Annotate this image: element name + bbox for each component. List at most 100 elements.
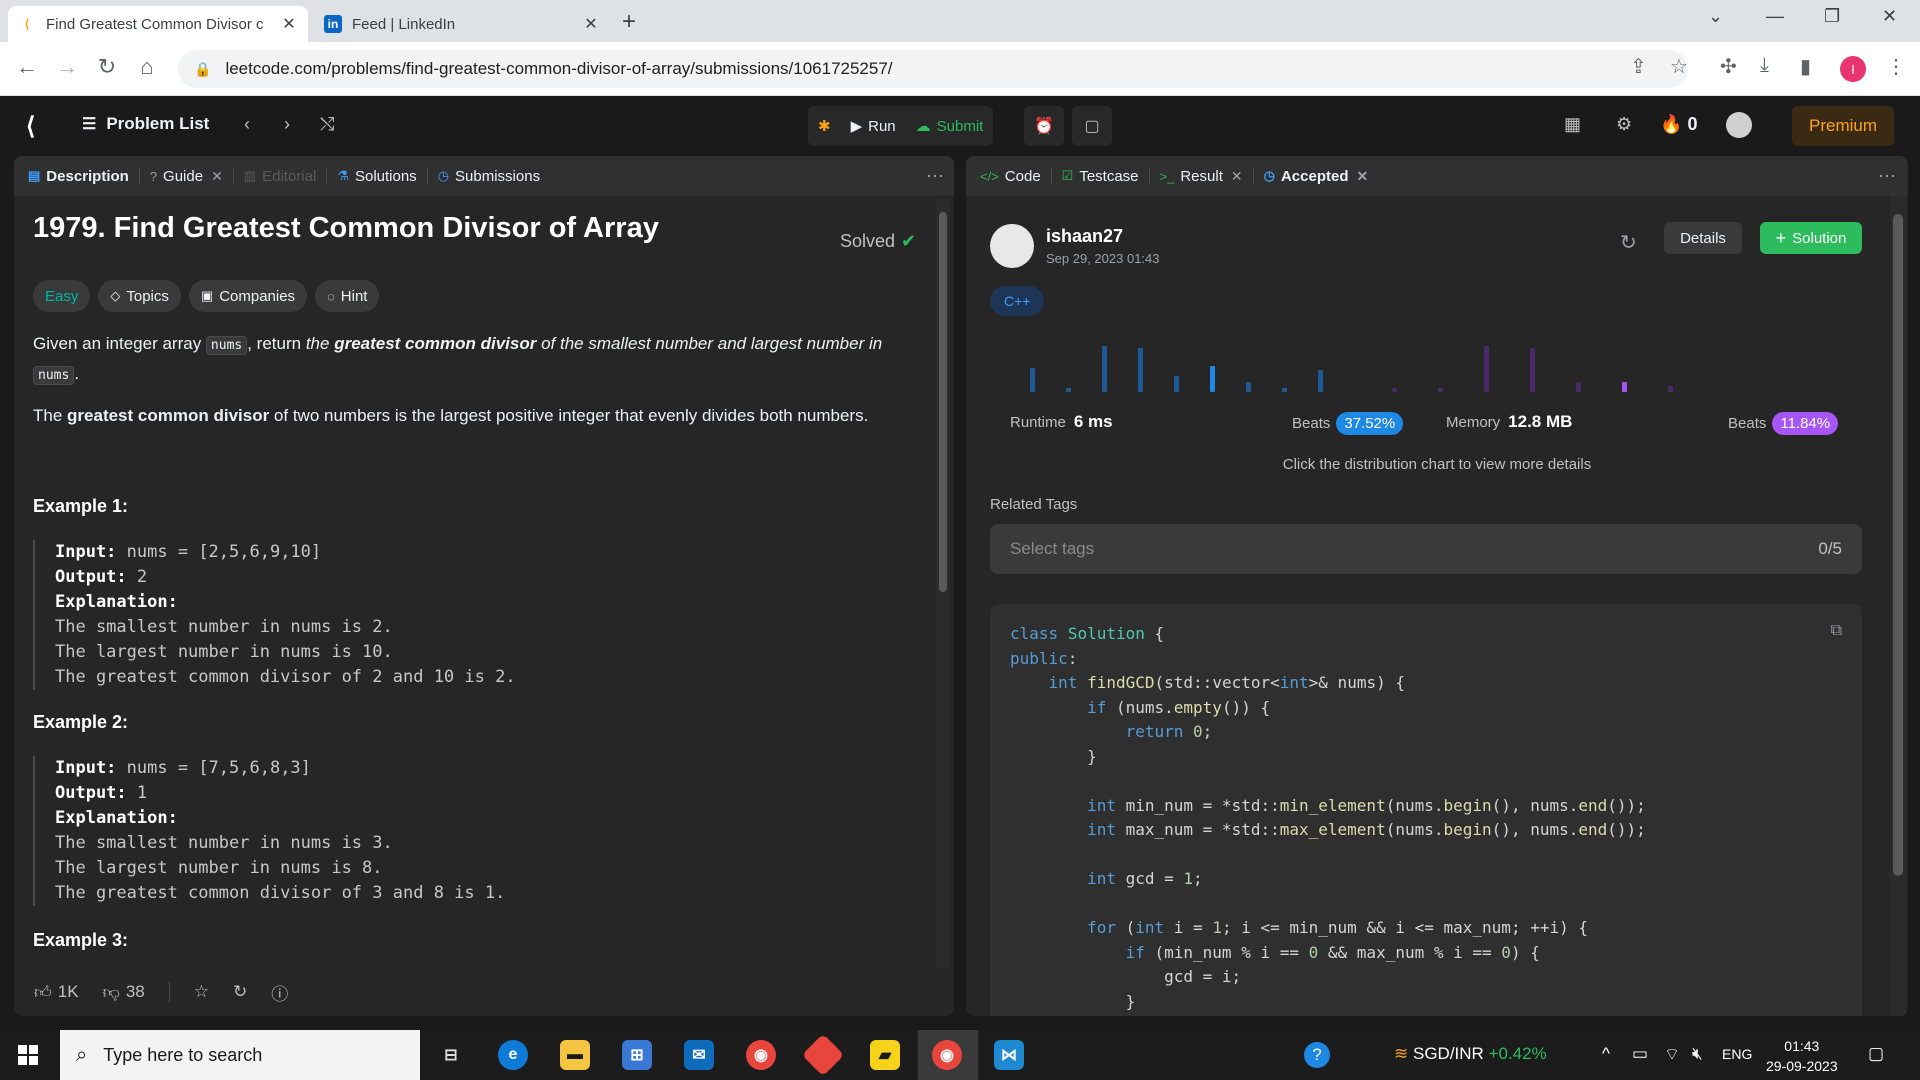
minimize-icon[interactable]: —	[1766, 6, 1784, 27]
home-icon[interactable]: ⌂	[132, 54, 162, 80]
tag-select[interactable]: Select tags 0/5	[990, 524, 1862, 574]
shuffle-icon[interactable]: ⤭	[320, 114, 334, 135]
tab-result[interactable]: >_ Result ✕	[1160, 168, 1243, 185]
forward-icon[interactable]: →	[52, 54, 82, 80]
dislike-button[interactable]: 👎︎ 38	[103, 982, 145, 1003]
file-explorer-icon[interactable]: ▬	[560, 1040, 590, 1070]
tab-accepted[interactable]: ◷ Accepted ✕	[1264, 168, 1369, 185]
download-icon[interactable]: ⤓	[1760, 54, 1769, 77]
like-button[interactable]: 👍︎ 1K	[34, 982, 79, 1003]
next-problem-icon[interactable]: ›	[284, 114, 290, 135]
edge-icon[interactable]: e	[498, 1040, 528, 1070]
currency-widget[interactable]: ≋ SGD/INR +0.42%	[1394, 1044, 1547, 1064]
reload-icon[interactable]: ↻	[92, 54, 122, 80]
language-indicator[interactable]: ENG	[1722, 1046, 1752, 1062]
task-view-icon[interactable]: ⊟	[436, 1040, 466, 1070]
show-hidden-icons[interactable]: ^	[1602, 1044, 1610, 1064]
notifications-icon[interactable]: ▢	[1868, 1044, 1884, 1064]
details-button[interactable]: Details	[1664, 222, 1742, 254]
submit-button[interactable]: ☁ Submit	[906, 106, 994, 146]
app-diamond-icon[interactable]	[801, 1033, 845, 1077]
flask-icon: ⚗	[337, 168, 349, 183]
notes-button[interactable]: ▢	[1072, 106, 1112, 146]
address-bar[interactable]: 🔒 leetcode.com/problems/find-greatest-co…	[178, 50, 1688, 88]
scrollbar-thumb[interactable]	[939, 212, 947, 592]
companies-chip[interactable]: ▣ Companies	[188, 280, 308, 312]
more-options-icon[interactable]: ⋯	[926, 166, 944, 187]
share-icon[interactable]: ↻	[233, 982, 247, 1002]
tab-editorial[interactable]: ▥ Editorial	[244, 168, 317, 185]
streak-counter[interactable]: 🔥 0	[1660, 114, 1697, 135]
post-solution-button[interactable]: + Solution	[1760, 222, 1862, 254]
run-button[interactable]: ▶ Run	[841, 106, 906, 146]
book-icon: ▥	[243, 168, 257, 183]
premium-button[interactable]: Premium	[1792, 106, 1894, 146]
layout-icon[interactable]: ▦	[1564, 114, 1581, 135]
tab-search-chevron-icon[interactable]: ⌄	[1708, 6, 1723, 27]
mail-icon[interactable]: ✉	[684, 1040, 714, 1070]
hint-chip[interactable]: ◌ Hint	[315, 280, 380, 312]
chrome-icon[interactable]: ◉	[746, 1040, 776, 1070]
browser-tab-leetcode[interactable]: ⟨ Find Greatest Common Divisor c ✕	[8, 6, 308, 42]
tab-description[interactable]: ▤ Description	[28, 168, 129, 185]
problem-title: 1979. Find Greatest Common Divisor of Ar…	[33, 212, 659, 244]
close-tab-icon[interactable]: ✕	[582, 14, 600, 34]
leetcode-logo-icon[interactable]: ⟨	[26, 112, 52, 140]
windows-start-icon[interactable]	[18, 1045, 38, 1065]
distribution-chart[interactable]	[990, 324, 1870, 394]
taskbar-search[interactable]: ⌕ Type here to search	[60, 1030, 420, 1080]
tab-solutions[interactable]: ⚗ Solutions	[337, 168, 416, 185]
maximize-icon[interactable]: ❐	[1824, 6, 1840, 27]
user-avatar[interactable]	[1726, 112, 1752, 138]
battery-icon[interactable]: ▭	[1632, 1044, 1648, 1064]
back-icon[interactable]: ←	[12, 54, 42, 80]
username[interactable]: ishaan27	[1046, 226, 1160, 247]
profile-avatar[interactable]: I	[1840, 56, 1866, 82]
browser-tab-linkedin[interactable]: in Feed | LinkedIn ✕	[314, 6, 610, 42]
tab-submissions[interactable]: ◷ Submissions	[438, 168, 540, 185]
prev-problem-icon[interactable]: ‹	[244, 114, 250, 135]
vscode-icon[interactable]: ⋈	[994, 1040, 1024, 1070]
list-icon: ☰	[82, 116, 97, 133]
explanation-line: The greatest common divisor of 2 and 10 …	[55, 667, 516, 687]
timer-button[interactable]: ⏰	[1024, 106, 1064, 146]
close-icon[interactable]: ✕	[211, 168, 223, 185]
help-icon[interactable]: ⓘ	[271, 980, 288, 1005]
help-tray-icon[interactable]: ?	[1304, 1042, 1330, 1068]
share-icon[interactable]: ⇪	[1630, 54, 1647, 79]
more-options-icon[interactable]: ⋯	[1878, 166, 1896, 187]
close-icon[interactable]: ✕	[1231, 168, 1243, 185]
copy-icon[interactable]: ⧉	[1831, 622, 1842, 640]
submission-scrollbar[interactable]	[1890, 196, 1906, 1016]
tab-guide[interactable]: ? Guide ✕	[150, 168, 223, 185]
volume-muted-icon[interactable]: 🔇︎	[1692, 1044, 1703, 1064]
code-block: class Solution { public: int findGCD(std…	[1010, 624, 1646, 1011]
submitted-code[interactable]: ⧉ class Solution { public: int findGCD(s…	[990, 604, 1862, 1016]
close-tab-icon[interactable]: ✕	[280, 14, 298, 34]
topics-chip[interactable]: ◇ Topics	[98, 280, 181, 312]
sidepanel-icon[interactable]: ▮	[1800, 54, 1811, 79]
close-icon[interactable]: ✕	[1356, 168, 1368, 185]
close-window-icon[interactable]: ✕	[1882, 6, 1897, 27]
tab-code[interactable]: </> Code	[980, 168, 1041, 185]
user-avatar[interactable]	[990, 224, 1034, 268]
browser-menu-icon[interactable]: ⋮	[1886, 54, 1906, 79]
description-scrollbar[interactable]	[936, 198, 950, 998]
scrollbar-thumb[interactable]	[1893, 214, 1903, 876]
debug-icon[interactable]: ✱	[808, 106, 841, 146]
new-tab-icon[interactable]: +	[622, 8, 636, 36]
submission-panel: </> Code ☑ Testcase >_ Result ✕ ◷ Accept…	[966, 156, 1908, 1016]
extensions-icon[interactable]: ✣	[1720, 54, 1737, 79]
problem-list-link[interactable]: ☰ Problem List	[82, 114, 209, 134]
tab-testcase[interactable]: ☑ Testcase	[1062, 168, 1139, 185]
settings-gear-icon[interactable]: ⚙	[1616, 114, 1632, 135]
bookmark-star-icon[interactable]: ☆	[1670, 54, 1688, 79]
like-count: 1K	[57, 982, 79, 1001]
sticky-notes-icon[interactable]: ▰	[870, 1040, 900, 1070]
store-icon[interactable]: ⊞	[622, 1040, 652, 1070]
chrome-active-icon[interactable]: ◉	[932, 1040, 962, 1070]
wifi-icon[interactable]: ⌔	[1664, 1044, 1680, 1065]
refresh-icon[interactable]: ↻	[1620, 230, 1637, 255]
clock[interactable]: 01:43 29-09-2023	[1766, 1036, 1838, 1076]
favorite-star-icon[interactable]: ☆	[194, 982, 209, 1002]
